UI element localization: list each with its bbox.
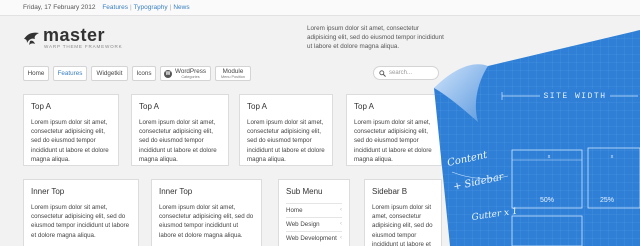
percent-25-label: 25% bbox=[600, 197, 614, 204]
menu-item-icons[interactable]: Icons bbox=[132, 66, 156, 81]
date-text: Friday, 17 February 2012 bbox=[23, 4, 96, 11]
wordpress-icon: W bbox=[164, 70, 172, 78]
menu-item-label: Widgetkit bbox=[96, 70, 123, 77]
menu-item-label: Home bbox=[27, 70, 45, 77]
sub-menu-item-web-development[interactable]: Web Development ‹ bbox=[286, 231, 342, 245]
module-title: Inner Top bbox=[31, 187, 65, 196]
module-top-a: Top A Lorem ipsum dolor sit amet, consec… bbox=[346, 94, 442, 166]
header-intro-text: Lorem ipsum dolor sit amet, consectetur … bbox=[307, 25, 444, 50]
top-toolbar: Friday, 17 February 2012 Features | Typogr… bbox=[0, 0, 640, 16]
menu-item-widgetkit[interactable]: Widgetkit bbox=[91, 66, 128, 81]
module-title: Top A bbox=[139, 102, 160, 111]
menu-item-label: Features bbox=[57, 70, 83, 77]
module-title: Sidebar B bbox=[372, 187, 408, 196]
site-width-label: SITE WIDTH bbox=[543, 92, 606, 101]
site-logo[interactable]: master WARP THEME FRAMEWORK bbox=[23, 25, 143, 52]
module-text: Lorem ipsum dolor sit amet, consectetur … bbox=[354, 119, 432, 163]
module-text: Lorem ipsum dolor sit amet, consectetur … bbox=[159, 204, 254, 239]
module-title: Inner Top bbox=[159, 187, 193, 196]
menu-item-features[interactable]: Features bbox=[53, 66, 87, 81]
toolbar-link-news[interactable]: News bbox=[173, 4, 189, 11]
module-title: Sub Menu bbox=[286, 187, 323, 196]
menu-item-wordpress[interactable]: W WordPress Categories bbox=[160, 66, 211, 81]
module-top-a: Top A Lorem ipsum dolor sit amet, consec… bbox=[23, 94, 119, 166]
menu-item-module[interactable]: Module Menu Position bbox=[215, 66, 251, 81]
menu-item-home[interactable]: Home bbox=[23, 66, 49, 81]
module-title: Top A bbox=[354, 102, 375, 111]
module-text: Lorem ipsum dolor sit amet, consectetur … bbox=[139, 119, 217, 163]
toolbar-separator: | bbox=[129, 4, 132, 11]
menu-item-label: Icons bbox=[136, 70, 152, 77]
toolbar-separator: | bbox=[169, 4, 172, 11]
x-mark-label: x bbox=[547, 154, 550, 160]
module-text: Lorem ipsum dolor sit amet, consectetur … bbox=[247, 119, 325, 163]
sub-menu-list: Home ‹ Web Design ‹ Web Development ‹ bbox=[286, 203, 342, 245]
menu-item-label: WordPress bbox=[174, 68, 207, 75]
chevron-right-icon: ‹ bbox=[340, 221, 342, 227]
sub-menu-item-label: Home bbox=[286, 207, 303, 214]
x-mark-label: x bbox=[610, 154, 613, 160]
module-text: Lorem ipsum dolor sit amet, consectetur … bbox=[372, 204, 433, 246]
module-inner-top: Inner Top Lorem ipsum dolor sit amet, co… bbox=[151, 179, 262, 246]
toolbar-link-features[interactable]: Features bbox=[102, 4, 128, 11]
toolbar-link-typography[interactable]: Typography bbox=[134, 4, 168, 11]
sub-menu-item-label: Web Design bbox=[286, 221, 320, 228]
menu-item-subtitle: Menu Position bbox=[220, 75, 246, 79]
chevron-right-icon: ‹ bbox=[340, 235, 342, 241]
chevron-right-icon: ‹ bbox=[340, 207, 342, 213]
module-title: Top A bbox=[31, 102, 52, 111]
sub-menu-item-label: Web Development bbox=[286, 235, 337, 242]
search-input[interactable]: search... bbox=[373, 66, 439, 80]
bird-logo-icon bbox=[24, 32, 39, 45]
logo-tagline: WARP THEME FRAMEWORK bbox=[44, 44, 123, 49]
logo-name: master bbox=[43, 25, 106, 45]
percent-50-label: 50% bbox=[540, 197, 554, 204]
sub-menu-item-home[interactable]: Home ‹ bbox=[286, 203, 342, 217]
search-placeholder: search... bbox=[389, 70, 413, 76]
module-text: Lorem ipsum dolor sit amet, consectetur … bbox=[31, 204, 130, 239]
module-sub-menu: Sub Menu Home ‹ Web Design ‹ Web Developme… bbox=[278, 179, 350, 246]
blueprint-paper-illustration: SITE WIDTH x x 50% 25% Content + Sidebar… bbox=[434, 30, 640, 246]
module-sidebar-b: Sidebar B Lorem ipsum dolor sit amet, co… bbox=[364, 179, 442, 246]
menu-item-subtitle: Categories bbox=[181, 75, 200, 79]
module-text: Lorem ipsum dolor sit amet, consectetur … bbox=[31, 119, 109, 163]
module-inner-top: Inner Top Lorem ipsum dolor sit amet, co… bbox=[23, 179, 139, 246]
sub-menu-item-web-design[interactable]: Web Design ‹ bbox=[286, 217, 342, 231]
module-top-a: Top A Lorem ipsum dolor sit amet, consec… bbox=[239, 94, 333, 166]
module-title: Top A bbox=[247, 102, 268, 111]
menu-item-label: Module bbox=[222, 68, 244, 75]
search-icon bbox=[379, 70, 386, 77]
module-top-a: Top A Lorem ipsum dolor sit amet, consec… bbox=[131, 94, 229, 166]
